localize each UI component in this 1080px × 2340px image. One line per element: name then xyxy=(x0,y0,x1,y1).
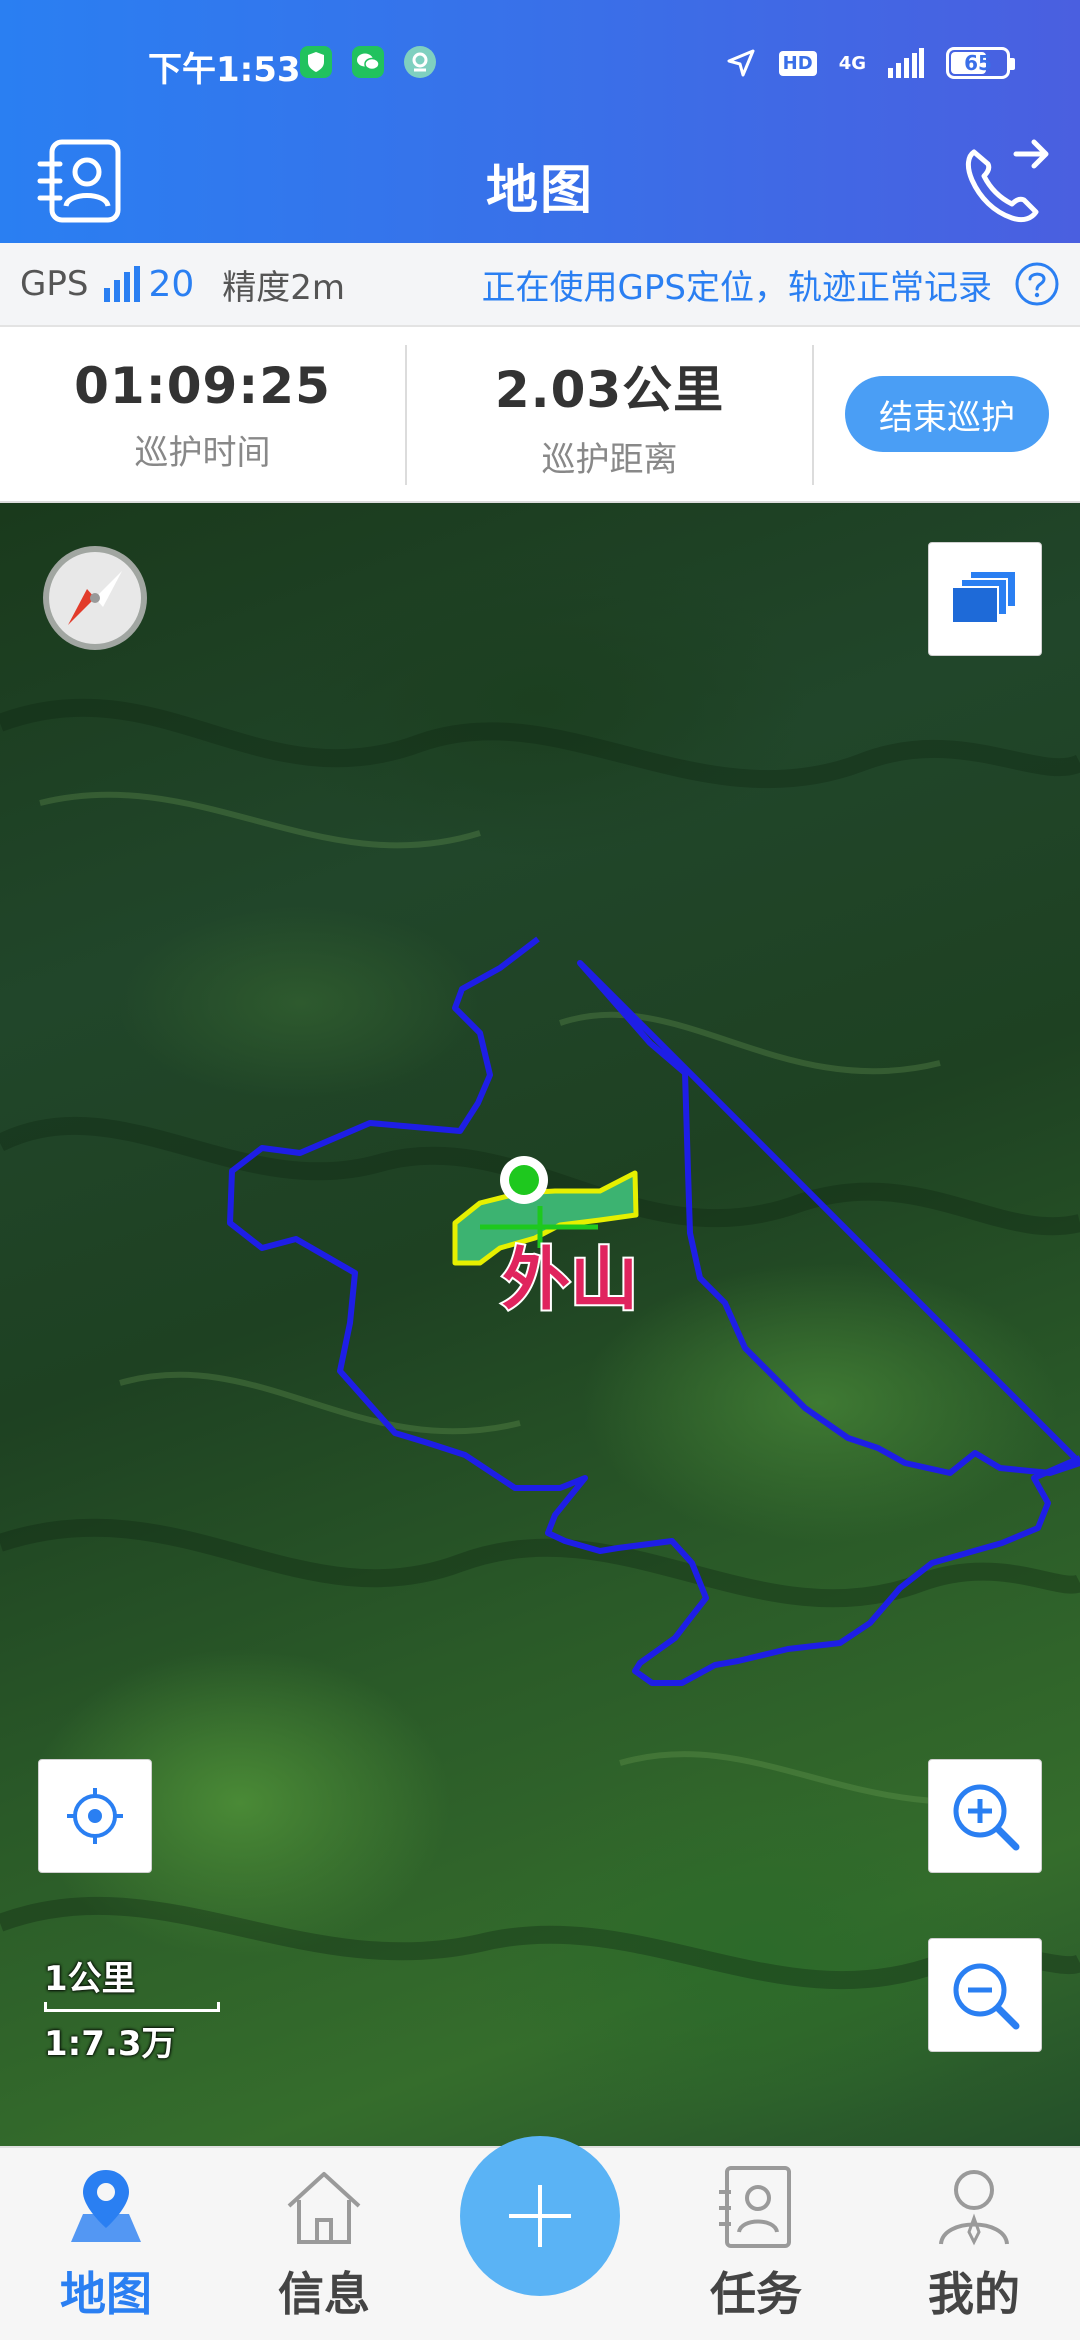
area-label: 外山 xyxy=(502,1241,638,1320)
locate-icon xyxy=(67,1788,123,1844)
nav-item-info[interactable]: 信息 xyxy=(234,2162,414,2340)
title-bar: 地图 xyxy=(0,120,1080,243)
nav-label-profile: 我的 xyxy=(928,2267,1020,2321)
satellite-map[interactable]: 外山 1公里 1:7.3万 xyxy=(0,503,1080,2146)
task-icon xyxy=(719,2166,791,2248)
map-overlay: 外山 xyxy=(0,698,1080,1990)
status-time: 下午1:53 xyxy=(148,50,301,90)
zoom-out-icon xyxy=(953,1963,1020,2030)
help-icon[interactable] xyxy=(1014,261,1060,307)
wechat-icon xyxy=(352,46,384,78)
nav-label-info: 信息 xyxy=(278,2267,370,2321)
scale-ratio: 1:7.3万 xyxy=(44,2024,176,2064)
gps-label: GPS xyxy=(20,264,89,304)
gps-status-bar: GPS 20 精度2m 正在使用GPS定位，轨迹正常记录 xyxy=(0,243,1080,327)
layers-icon xyxy=(951,570,1017,624)
profile-icon xyxy=(939,2170,1009,2246)
battery-icon: 65 xyxy=(946,47,1015,79)
patrol-time-value: 01:09:25 xyxy=(74,356,331,415)
battery-level: 65 xyxy=(964,51,992,75)
gps-status-text: 正在使用GPS定位，轨迹正常记录 xyxy=(481,267,992,308)
nav-item-profile[interactable]: 我的 xyxy=(884,2162,1064,2340)
patrol-time-stat: 01:09:25 巡护时间 xyxy=(0,327,405,503)
map-scale: 1公里 1:7.3万 xyxy=(44,1951,220,2065)
patrol-time-label: 巡护时间 xyxy=(134,432,271,473)
nav-label-task: 任务 xyxy=(710,2267,802,2321)
patrol-distance-value: 2.03公里 xyxy=(494,360,725,419)
bottom-navigation: 地图 信息 任务 我的 xyxy=(0,2136,1080,2340)
compass[interactable] xyxy=(40,543,150,653)
status-bar: 下午1:53 HD 4G 65 xyxy=(0,0,1080,120)
location-app-icon xyxy=(404,46,436,78)
zoom-in-icon xyxy=(953,1784,1020,1851)
zoom-in-button[interactable] xyxy=(928,1759,1042,1873)
call-forward-button[interactable] xyxy=(954,130,1058,234)
page-title: 地图 xyxy=(485,161,594,221)
gps-satellite-count: 20 xyxy=(148,263,195,305)
hd-badge: HD xyxy=(778,50,817,76)
nav-item-map[interactable]: 地图 xyxy=(16,2162,196,2340)
terrain-ridges xyxy=(0,698,1080,1990)
cell-signal-icon xyxy=(888,48,924,78)
gps-accuracy: 精度2m xyxy=(222,267,346,308)
current-location-dot xyxy=(509,1165,539,1195)
shield-app-icon xyxy=(300,46,332,78)
plus-icon xyxy=(509,2185,571,2247)
patrol-stats: 01:09:25 巡护时间 2.03公里 巡护距离 结束巡护 xyxy=(0,327,1080,503)
navigation-arrow-icon xyxy=(727,49,755,77)
patrol-distance-label: 巡护距离 xyxy=(541,439,678,480)
layers-button[interactable] xyxy=(928,542,1042,656)
patrol-distance-stat: 2.03公里 巡护距离 xyxy=(407,327,812,503)
end-patrol-button[interactable]: 结束巡护 xyxy=(845,376,1049,452)
zoom-out-button[interactable] xyxy=(928,1938,1042,2052)
nav-label-map: 地图 xyxy=(60,2267,152,2321)
home-icon xyxy=(287,2172,361,2244)
map-pin-icon xyxy=(71,2170,141,2242)
phone-forward-icon xyxy=(965,139,1049,223)
add-button[interactable] xyxy=(460,2136,620,2296)
nav-item-task[interactable]: 任务 xyxy=(666,2162,846,2340)
scale-bar xyxy=(44,2002,220,2012)
scale-distance: 1公里 xyxy=(44,1959,136,1999)
compass-icon xyxy=(43,546,147,650)
network-type: 4G xyxy=(838,52,866,74)
app-header: 下午1:53 HD 4G 65 地图 xyxy=(0,0,1080,243)
gps-signal-icon xyxy=(104,266,141,302)
locate-button[interactable] xyxy=(38,1759,152,1873)
